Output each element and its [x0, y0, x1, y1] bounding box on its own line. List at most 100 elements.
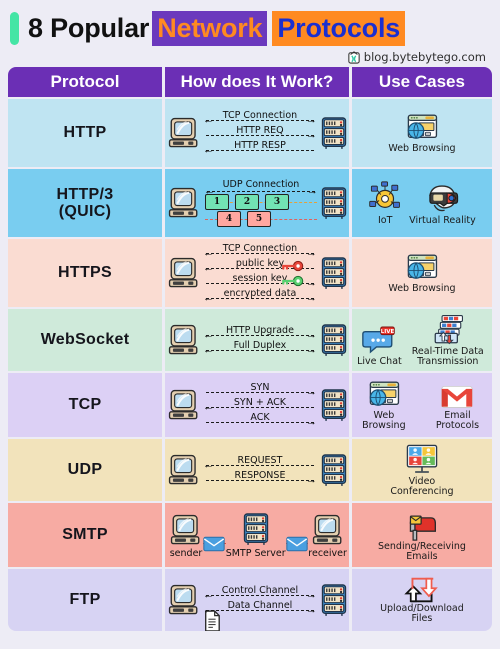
flow-line: Data Channel ← →: [203, 600, 317, 616]
flow-line: HTTP REQ →: [204, 125, 317, 141]
flow-line: TCP Connection ← →: [203, 243, 317, 259]
flow-line: SYN + ACK ←: [203, 397, 316, 413]
use-case-item: IoT: [368, 180, 402, 226]
protocol-label: TCP: [68, 396, 102, 414]
flow-line: Control Channel ← →: [203, 585, 317, 601]
use-cases-cell: Sending/Receiving Emails: [351, 503, 492, 567]
server-icon: [319, 582, 349, 618]
title-accent-bar: [10, 11, 19, 45]
use-cases-cell: Video Conferencing: [351, 439, 492, 501]
arrow-right-icon: →: [305, 291, 317, 304]
svg-text:LIVE: LIVE: [381, 328, 395, 334]
table-row: UDP REQUEST ← RESPONSE → Video Conferenc…: [8, 439, 492, 501]
use-case-label: Web Browsing: [388, 142, 456, 154]
use-case-label: Live Chat: [357, 355, 402, 367]
server-icon: [241, 511, 271, 547]
use-case-item: Real-Time Data Transmission: [409, 314, 487, 367]
flow-line: session key →: [204, 273, 317, 288]
protocol-name-cell: SMTP: [8, 503, 163, 567]
arrow-right-icon: →: [305, 343, 317, 356]
flow-line: Full Duplex ← →: [203, 340, 317, 356]
how-it-works-cell: TCP Connection ← → public key ← session key →…: [165, 239, 349, 307]
computer-icon: [167, 453, 201, 487]
protocol-name-cell: HTTPS: [8, 239, 163, 307]
use-case-item: Web Browsing: [388, 253, 456, 294]
use-case-item: Video Conferencing: [383, 444, 461, 497]
how-it-works-cell: SYN → SYN + ACK ← ACK →: [165, 373, 349, 437]
use-case-item: LIVE Live Chat: [357, 326, 402, 367]
flow-line: TCP Connection ← →: [203, 110, 317, 126]
how-it-works-cell: TCP Connection ← → HTTP REQ → HTTP RESP ←: [165, 99, 349, 167]
use-case-label: Real-Time Data Transmission: [411, 345, 484, 367]
how-it-works-cell: HTTP Upgrade ← → Full Duplex ← →: [165, 309, 349, 371]
envelope-icon: [286, 536, 308, 552]
how-it-works-cell: UDP Connection ← → 1 2 3 4 5: [165, 169, 349, 237]
table-row: HTTP TCP Connection ← → HTTP REQ → HTTP RESP ←: [8, 99, 492, 167]
table-row: FTP Control Channel←→Data Channel←→: [8, 569, 492, 631]
protocol-table: Protocol How does It Work? Use Cases HTT…: [8, 67, 492, 631]
header-protocol: Protocol: [8, 67, 163, 97]
protocol-label: HTTP: [63, 124, 107, 142]
arrow-right-icon: →: [305, 416, 317, 428]
use-case-label: IoT: [377, 214, 393, 226]
video-grid-icon: [404, 444, 440, 476]
use-cases-cell: LIVE Live Chat Real-Time Data Transmissi…: [351, 309, 492, 371]
protocol-label: SMTP: [62, 526, 108, 544]
message-flow-diagram: REQUEST ← RESPONSE →: [203, 455, 317, 486]
title-text: 8 Popular Network Protocols: [28, 10, 406, 46]
use-cases-cell: IoT Virtual Reality: [351, 169, 492, 237]
header-how-it-works: How does It Work?: [165, 67, 349, 97]
how-it-works-cell: REQUEST ← RESPONSE →: [165, 439, 349, 501]
chat-bubble-live-icon: LIVE: [362, 326, 396, 356]
flow-line: ACK →: [204, 412, 317, 428]
quic-packet: 4: [217, 211, 242, 227]
gmail-icon: [440, 383, 474, 410]
use-case-item: Email Protocols: [423, 383, 492, 431]
protocol-name-cell: WebSocket: [8, 309, 163, 371]
server-icon: [319, 255, 349, 291]
protocol-name-cell: HTTP/3 (QUIC): [8, 169, 163, 237]
table-row: HTTP/3 (QUIC) UDP Connection ← → 1 2 3 4 5: [8, 169, 492, 237]
flow-line: SYN →: [204, 382, 317, 398]
server-icon: [319, 387, 349, 423]
red-key-icon: [282, 260, 304, 272]
quic-packet: 5: [247, 211, 272, 227]
smtp-node: receiver: [308, 513, 347, 559]
message-flow-diagram: HTTP Upgrade ← → Full Duplex ← →: [203, 325, 317, 356]
protocol-label: UDP: [67, 461, 103, 479]
smtp-link: [285, 531, 309, 559]
use-case-label: Web Browsing: [362, 409, 406, 431]
computer-icon: [169, 513, 203, 547]
use-case-label: Web Browsing: [388, 282, 456, 294]
protocol-label: HTTPS: [58, 264, 112, 282]
header-use-cases: Use Cases: [351, 67, 492, 97]
table-row: SMTP sender SMTP Server receiver Sending…: [8, 503, 492, 567]
use-cases-cell: Web Browsing: [351, 239, 492, 307]
computer-icon: [167, 388, 201, 422]
computer-icon: [167, 116, 201, 150]
smtp-node-label: sender: [169, 548, 203, 559]
smtp-node-label: receiver: [308, 548, 347, 559]
smtp-node: SMTP Server: [226, 511, 286, 559]
use-case-item: Virtual Reality: [409, 183, 476, 226]
arrow-right-icon: →: [305, 473, 317, 486]
computer-icon: [167, 583, 201, 617]
message-flow-diagram: Control Channel ← → Data Channel ← →: [203, 585, 317, 616]
table-row: HTTPS TCP Connection ← → public key ← sessio…: [8, 239, 492, 307]
flow-line: public key ←: [203, 258, 316, 273]
quic-packet: 1: [205, 194, 230, 210]
use-case-item: Upload/Download Files: [380, 577, 464, 624]
server-icon: [319, 115, 349, 151]
page-title: 8 Popular Network Protocols: [10, 8, 492, 48]
arrow-left-icon: ←: [203, 603, 215, 616]
flow-label: UDP Connection: [222, 178, 300, 190]
use-case-item: Web Browsing: [388, 113, 456, 154]
browser-globe-icon: [405, 253, 439, 283]
arrow-right-icon: →: [305, 603, 317, 616]
browser-globe-icon: [367, 380, 401, 410]
mailbox-icon: [406, 509, 438, 541]
arrow-left-icon: ←: [203, 291, 215, 304]
envelope-icon: [203, 536, 226, 552]
vr-headset-icon: [423, 183, 461, 215]
message-flow-diagram: SYN → SYN + ACK ← ACK →: [203, 382, 317, 428]
